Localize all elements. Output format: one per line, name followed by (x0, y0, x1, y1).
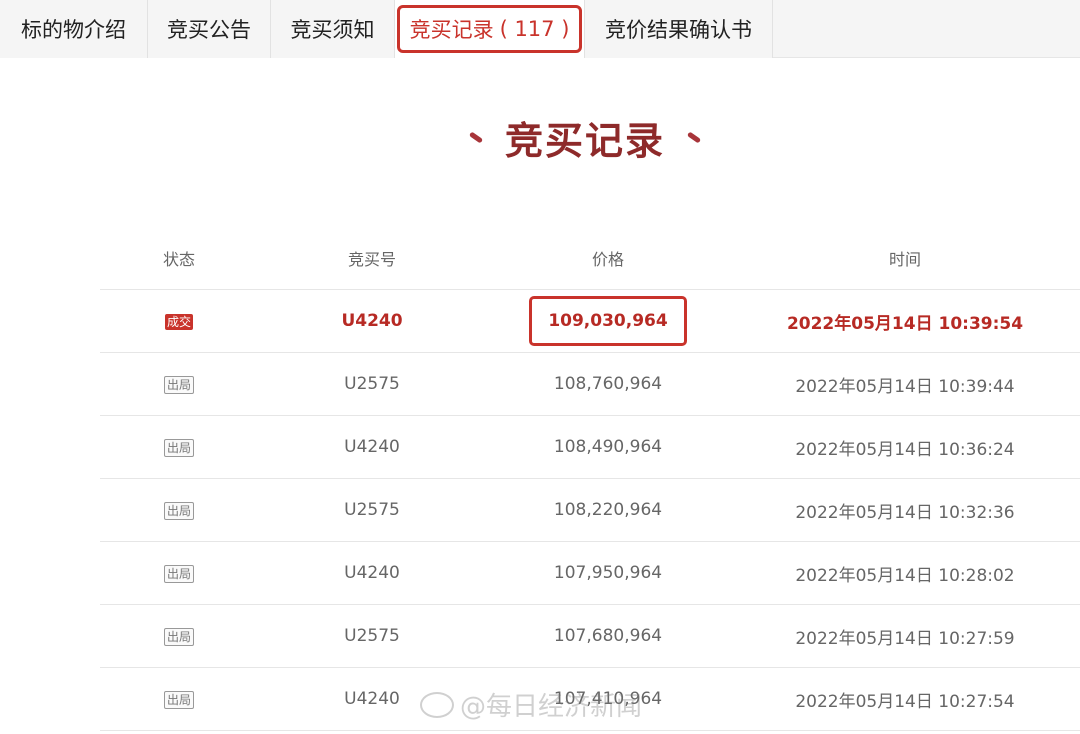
tab-bidding-rules[interactable]: 竞买须知 (271, 0, 395, 58)
header-price: 价格 (591, 249, 624, 269)
time-cell: 2022年05月14日 10:39:44 (795, 376, 1015, 397)
status-badge: 出局 (163, 376, 194, 394)
time-cell: 2022年05月14日 10:39:54 (786, 313, 1024, 334)
table-row: 出局 U2575 108,760,964 2022年05月14日 10:39:4… (100, 353, 1080, 416)
header-status: 状态 (162, 249, 195, 269)
page-title: 竞买记录 (504, 118, 665, 163)
tab-count: ( 117 ) (499, 17, 570, 41)
bid-no-cell: U2575 (344, 500, 400, 520)
status-badge: 成交 (164, 314, 193, 330)
table-row: 出局 U4240 107,410,964 2022年05月14日 10:27:5… (100, 668, 1080, 731)
bid-no-cell: U2575 (344, 626, 400, 646)
price-cell: 108,760,964 (553, 374, 663, 394)
table-row: 出局 U2575 107,680,964 2022年05月14日 10:27:5… (100, 605, 1080, 668)
tab-label: 竞买须知 (290, 18, 375, 42)
time-cell: 2022年05月14日 10:27:54 (795, 691, 1015, 712)
header-time: 时间 (888, 249, 921, 269)
tab-result-confirmation[interactable]: 竞价结果确认书 (585, 0, 773, 58)
bid-no-cell: U4240 (341, 311, 403, 331)
price-cell: 108,220,964 (553, 500, 663, 520)
bid-no-cell: U2575 (344, 374, 400, 394)
header-bid-no: 竞买号 (347, 249, 396, 269)
tab-auction-notice[interactable]: 竞买公告 (148, 0, 271, 58)
time-cell: 2022年05月14日 10:32:36 (795, 502, 1015, 523)
tab-label: 竞价结果确认书 (605, 18, 752, 42)
table-row: 出局 U2575 108,220,964 2022年05月14日 10:32:3… (100, 479, 1080, 542)
tab-bid-records[interactable]: 竞买记录 ( 117 ) (395, 0, 585, 58)
price-cell: 107,680,964 (553, 626, 663, 646)
status-badge: 出局 (163, 691, 194, 709)
price-cell: 107,410,964 (553, 689, 663, 709)
price-cell: 108,490,964 (553, 437, 663, 457)
price-cell: 107,950,964 (553, 563, 663, 583)
status-badge: 出局 (163, 628, 194, 646)
bid-no-cell: U4240 (344, 437, 400, 457)
tab-label: 标的物介绍 (21, 18, 126, 42)
table-header: 状态 竞买号 价格 时间 (100, 226, 1080, 290)
time-cell: 2022年05月14日 10:36:24 (795, 439, 1015, 460)
winning-price: 109,030,964 (529, 296, 687, 346)
tab-item-intro[interactable]: 标的物介绍 (0, 0, 148, 58)
active-tab-highlight: 竞买记录 ( 117 ) (396, 5, 583, 53)
tab-bar: 标的物介绍 竞买公告 竞买须知 竞买记录 ( 117 ) 竞价结果确认书 (0, 0, 1080, 58)
status-badge: 出局 (163, 502, 194, 520)
table-row: 出局 U4240 108,490,964 2022年05月14日 10:36:2… (100, 416, 1080, 479)
bid-no-cell: U4240 (344, 689, 400, 709)
status-badge: 出局 (163, 439, 194, 457)
bid-no-cell: U4240 (344, 563, 400, 583)
time-cell: 2022年05月14日 10:27:59 (795, 628, 1015, 649)
decorative-dash-left (468, 131, 484, 144)
table-row: 成交 U4240 109,030,964 2022年05月14日 10:39:5… (100, 290, 1080, 353)
decorative-dash-right (686, 131, 702, 144)
tab-label: 竞买公告 (167, 18, 251, 42)
status-badge: 出局 (163, 565, 194, 583)
time-cell: 2022年05月14日 10:28:02 (795, 565, 1015, 586)
page: 标的物介绍 竞买公告 竞买须知 竞买记录 ( 117 ) 竞价结果确认书 竞买记… (0, 0, 1080, 734)
section-title: 竞买记录 (0, 110, 1080, 165)
table-row: 出局 U4240 107,950,964 2022年05月14日 10:28:0… (100, 542, 1080, 605)
bid-records-table: 状态 竞买号 价格 时间 成交 U4240 109,030,964 2022年0… (100, 226, 1080, 731)
tab-label: 竞买记录 (409, 18, 494, 42)
